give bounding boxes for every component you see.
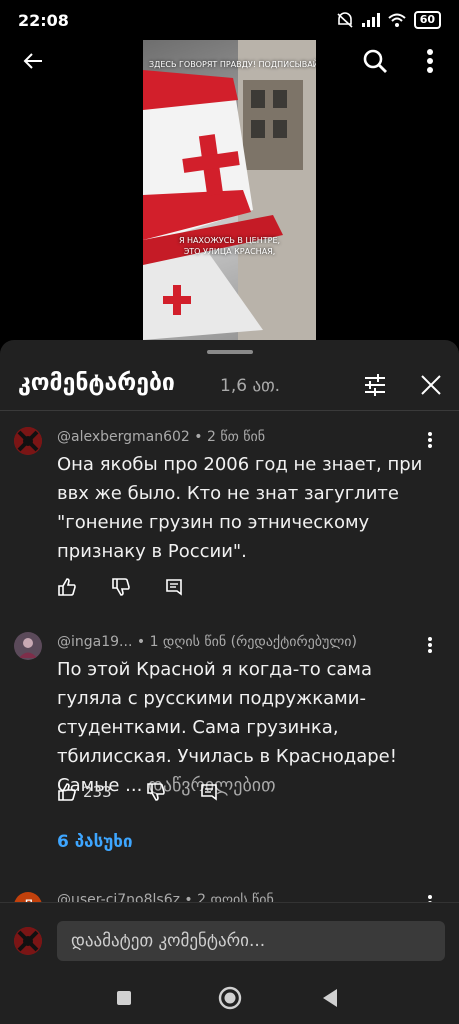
video-overlay-banner: ЗДЕСЬ ГОВОРЯТ ПРАВДУ! ПОДПИСЫВАЙ <box>149 60 316 69</box>
comments-count: 1,6 ათ. <box>220 376 281 396</box>
comment-actions: 233 <box>57 780 252 804</box>
comment-author[interactable]: @alexbergman602 <box>57 429 190 445</box>
status-bar: 22:08 60 <box>0 0 459 40</box>
thumb-down-icon <box>146 783 165 801</box>
status-time: 22:08 <box>18 10 69 30</box>
video-caption-line-1: Я НАХОЖУСЬ В ЦЕНТРЕ, <box>178 236 281 245</box>
more-vert-icon <box>428 895 432 902</box>
drag-handle[interactable] <box>207 350 253 354</box>
comment-meta: @user-ci7no8ls6z • 2 დღის წინ <box>57 892 274 902</box>
square-icon <box>117 991 131 1005</box>
comment-icon <box>166 579 182 596</box>
search-button[interactable] <box>358 44 392 78</box>
video-thumbnail[interactable]: ЗДЕСЬ ГОВОРЯТ ПРАВДУ! ПОДПИСЫВАЙ Я НАХОЖ… <box>143 40 316 340</box>
triangle-back-icon <box>323 989 337 1007</box>
thumb-up-icon <box>58 578 76 596</box>
more-vert-icon <box>428 637 432 653</box>
comment-item: Л @user-ci7no8ls6z • 2 დღის წინ <box>0 890 459 902</box>
like-count: 233 <box>83 783 112 801</box>
georgian-flag-image <box>143 40 316 340</box>
like-button[interactable] <box>57 575 77 599</box>
more-vert-icon <box>428 432 432 448</box>
back-button[interactable] <box>16 44 50 78</box>
comment-meta: @alexbergman602 • 2 წთ წინ <box>57 429 266 445</box>
comment-menu-button[interactable] <box>421 429 439 451</box>
tune-icon <box>365 374 385 396</box>
reply-button[interactable] <box>165 575 183 599</box>
comment-text: Она якобы про 2006 год не знает, при ввх… <box>57 454 423 562</box>
comment-time: 2 წთ წინ <box>207 429 266 445</box>
video-caption-line-2: ЭТО УЛИЦА КРАСНАЯ, <box>183 247 276 256</box>
video-caption: Я НАХОЖУСЬ В ЦЕНТРЕ, ЭТО УЛИЦА КРАСНАЯ, <box>143 235 316 257</box>
close-button[interactable] <box>416 370 446 400</box>
comment-author[interactable]: @inga19... <box>57 634 132 650</box>
add-comment-input[interactable]: დაამატეთ კომენტარი... <box>57 921 445 961</box>
thumb-up-icon <box>58 783 76 801</box>
home-button[interactable] <box>216 984 244 1012</box>
comment-actions <box>57 575 217 599</box>
avatar[interactable]: Л <box>14 892 42 902</box>
search-icon <box>363 49 387 73</box>
avatar-emblem-icon <box>14 927 42 955</box>
more-options-button[interactable] <box>413 44 447 78</box>
reply-button[interactable] <box>200 780 218 804</box>
mute-icon <box>337 12 353 28</box>
comment-menu-button[interactable] <box>421 634 439 656</box>
more-vert-icon <box>427 49 433 73</box>
comment-text: По этой Красной я когда-то сама гуляла с… <box>57 655 427 800</box>
wifi-icon <box>388 13 406 27</box>
back-nav-button[interactable] <box>318 986 342 1010</box>
avatar[interactable] <box>14 427 42 455</box>
arrow-left-icon <box>23 53 42 69</box>
comment-author[interactable]: @user-ci7no8ls6z <box>57 892 180 902</box>
my-avatar <box>14 927 42 955</box>
comment-menu-button[interactable] <box>421 892 439 902</box>
comment-icon <box>200 784 217 801</box>
view-replies-button[interactable]: 6 პასუხი <box>57 832 133 852</box>
recents-button[interactable] <box>112 986 136 1010</box>
comment-time: 2 დღის წინ <box>197 892 274 902</box>
dislike-button[interactable] <box>146 780 166 804</box>
signal-icon <box>361 13 380 27</box>
comment-input-bar: დაამატეთ კომენტარი... <box>0 902 459 973</box>
status-icons: 60 <box>336 11 441 29</box>
like-button[interactable]: 233 <box>57 780 112 804</box>
filter-button[interactable] <box>360 370 390 400</box>
system-nav-bar <box>0 972 459 1024</box>
avatar-emblem-icon <box>14 427 42 455</box>
battery-indicator: 60 <box>413 11 441 29</box>
dislike-button[interactable] <box>111 575 131 599</box>
header-divider <box>0 410 459 411</box>
comments-title: კომენტარები <box>18 370 175 396</box>
thumb-down-icon <box>112 578 130 596</box>
comments-header: კომენტარები 1,6 ათ. <box>0 362 459 406</box>
comment-meta: @inga19... • 1 დღის წინ (რედაქტირებული) <box>57 634 357 650</box>
avatar-photo-icon <box>14 632 42 660</box>
avatar[interactable] <box>14 632 42 660</box>
circle-icon <box>218 986 242 1010</box>
close-icon <box>421 375 441 395</box>
comment-time: 1 დღის წინ (რედაქტირებული) <box>149 634 357 650</box>
video-player[interactable]: ЗДЕСЬ ГОВОРЯТ ПРАВДУ! ПОДПИСЫВАЙ Я НАХОЖ… <box>0 40 459 340</box>
